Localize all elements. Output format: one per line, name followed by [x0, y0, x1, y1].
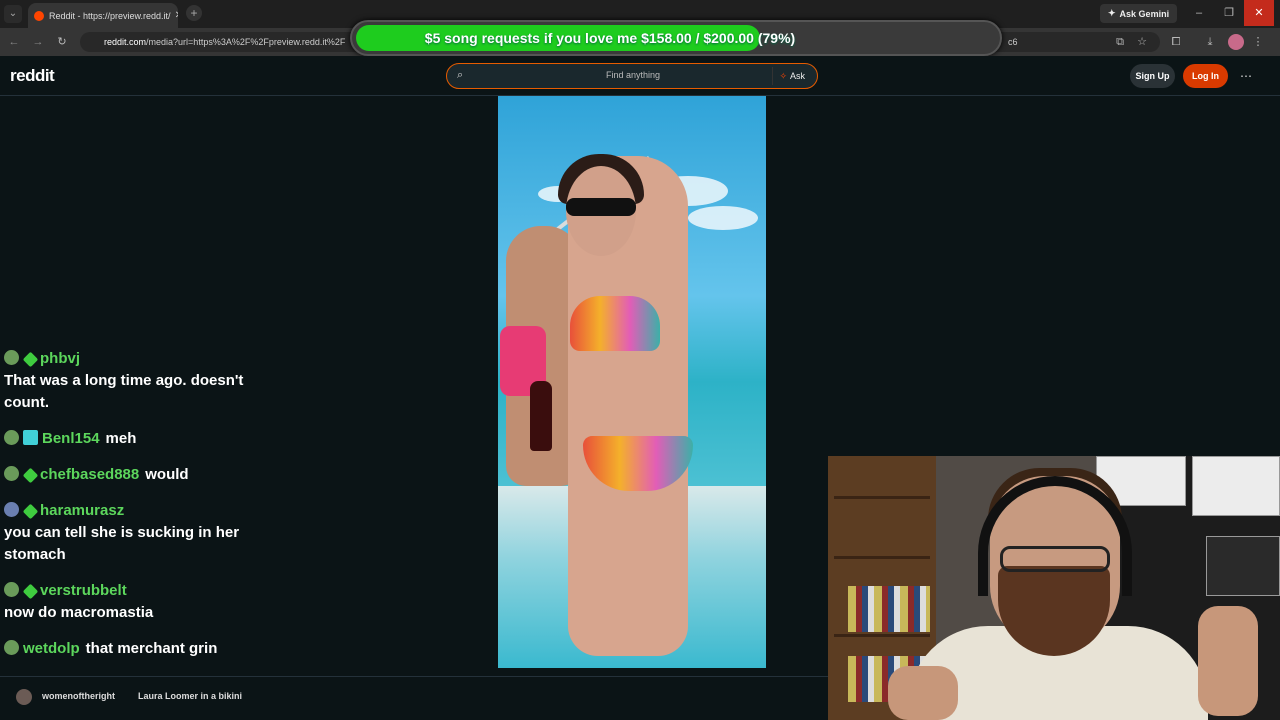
globe-badge-icon [4, 350, 19, 365]
diamond-badge-icon [22, 351, 39, 368]
shelf-row [834, 496, 930, 499]
chat-text: would [145, 466, 189, 483]
reddit-favicon-icon [34, 10, 44, 21]
chat-username[interactable]: haramurasz [40, 502, 124, 519]
sunglasses [566, 198, 636, 216]
chat-text: that merchant grin [85, 640, 218, 657]
chat-message: phbvj That was a long time ago. doesn't c… [4, 348, 264, 414]
window-close-icon[interactable]: ✕ [1244, 0, 1274, 26]
download-icon[interactable]: ⤓ [1202, 34, 1218, 50]
tab-close-icon[interactable]: ✕ [171, 10, 178, 21]
chat-text: That was a long time ago. doesn't count. [4, 372, 244, 411]
log-in-button[interactable]: Log In [1183, 64, 1228, 88]
more-options-icon[interactable]: ⋯ [1236, 66, 1256, 86]
globe-badge-icon [4, 430, 19, 445]
globe-badge-icon [4, 466, 19, 481]
bikini-top [570, 296, 660, 351]
ask-sparkle-icon: ✧ [779, 70, 787, 81]
sign-up-button[interactable]: Sign Up [1130, 64, 1175, 88]
globe-badge-icon [4, 582, 19, 597]
reddit-logo[interactable]: reddit [10, 66, 55, 86]
game-cases [1206, 536, 1280, 596]
subreddit-avatar[interactable] [16, 689, 32, 705]
globe-badge-icon [4, 640, 19, 655]
post-info-bar: womenoftheright Laura Loomer in a bikini [0, 676, 828, 720]
chat-message: verstrubbelt now do macromastia [4, 580, 264, 624]
tab-title: Reddit - https://preview.redd.it/ [49, 10, 171, 21]
profile-avatar[interactable] [1228, 34, 1244, 50]
gift-badge-icon [23, 430, 38, 445]
ps3-box [1192, 456, 1280, 516]
donation-goal-text: $5 song requests if you love me $158.00 … [424, 30, 796, 46]
hat-badge-icon [4, 502, 19, 517]
reddit-header: reddit ⌕ Find anything ✧ Ask Sign Up Log… [0, 56, 1280, 96]
minimize-icon[interactable]: – [1184, 0, 1214, 26]
restore-icon[interactable]: ❐ [1214, 0, 1244, 26]
chat-username[interactable]: verstrubbelt [40, 582, 127, 599]
extensions-icon[interactable]: ⧠ [1168, 34, 1184, 50]
cloud-shape [688, 206, 758, 230]
browser-tab[interactable]: Reddit - https://preview.redd.it/ ✕ [28, 3, 178, 28]
forward-arrow-icon[interactable]: → [30, 34, 46, 50]
shelf-row [834, 634, 930, 637]
chat-username[interactable]: wetdolp [23, 640, 80, 657]
post-title[interactable]: Laura Loomer in a bikini [138, 691, 242, 701]
browser-menu-icon[interactable]: ⋮ [1250, 34, 1266, 50]
gemini-sparkle-icon: ✦ [1108, 8, 1116, 18]
new-tab-button[interactable]: + [186, 5, 202, 21]
url-host: reddit.com [104, 37, 147, 47]
chat-text: meh [105, 430, 137, 447]
chat-message: chefbased888 would [4, 464, 264, 486]
subreddit-name[interactable]: womenoftheright [42, 691, 115, 701]
soda-bottle [530, 381, 552, 451]
chat-message: wetdolp that merchant grin [4, 638, 264, 660]
diamond-badge-icon [22, 467, 39, 484]
post-media-image[interactable] [498, 96, 766, 668]
right-hand [1198, 606, 1258, 716]
ask-gemini-label: Ask Gemini [1119, 8, 1170, 19]
chat-text: now do macromastia [4, 604, 154, 621]
diamond-badge-icon [22, 503, 39, 520]
left-hand [888, 666, 958, 720]
chat-text: you can tell she is sucking in her stoma… [4, 524, 240, 563]
search-input[interactable]: ⌕ Find anything ✧ Ask [446, 63, 818, 89]
streamer-webcam [828, 456, 1280, 720]
bookmark-star-icon[interactable]: ☆ [1134, 34, 1150, 50]
cast-icon[interactable]: ⧉ [1112, 34, 1128, 50]
ask-gemini-button[interactable]: ✦ Ask Gemini [1100, 4, 1178, 23]
back-arrow-icon[interactable]: ← [6, 34, 22, 50]
chat-message: Benl154 meh [4, 428, 264, 450]
reload-icon[interactable]: ↻ [54, 34, 70, 50]
chat-username[interactable]: phbvj [40, 350, 80, 367]
chat-message: haramurasz you can tell she is sucking in… [4, 500, 264, 566]
tab-search-icon[interactable]: ⌄ [4, 5, 22, 23]
ask-label: Ask [789, 71, 805, 81]
diamond-badge-icon [22, 583, 39, 600]
chat-username[interactable]: chefbased888 [40, 466, 139, 483]
url-tail: c6 [1008, 37, 1018, 47]
chat-username[interactable]: Benl154 [42, 430, 100, 447]
books [848, 586, 930, 632]
stream-chat: phbvj That was a long time ago. doesn't c… [4, 348, 264, 674]
donation-goal-bar: $5 song requests if you love me $158.00 … [350, 20, 1002, 56]
search-placeholder: Find anything [605, 70, 661, 80]
shelf-row [834, 556, 930, 559]
url-path: /media?url=https%3A%2F%2Fpreview.redd.it… [146, 37, 346, 47]
ask-button[interactable]: ✧ Ask [772, 67, 811, 85]
